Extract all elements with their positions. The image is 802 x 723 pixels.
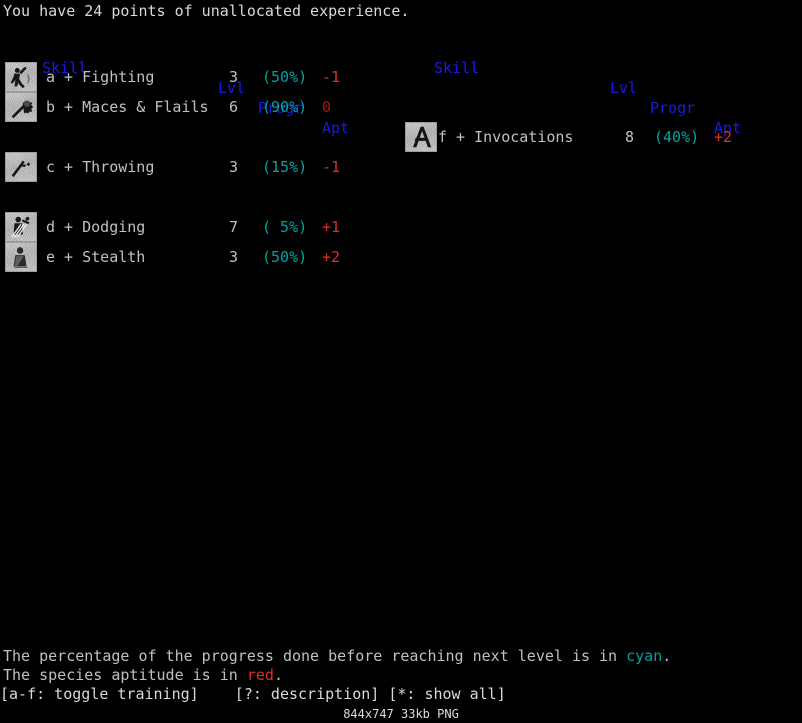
game-screen: You have 24 points of unallocated experi…: [0, 0, 802, 723]
skill-label: f + Invocations: [438, 128, 574, 146]
status-message: You have 24 points of unallocated experi…: [3, 2, 410, 20]
skill-level: 3: [228, 248, 238, 266]
skill-label: a + Fighting: [46, 68, 155, 86]
skill-row-dodging[interactable]: d + Dodging 7 ( 5%) +1: [0, 212, 360, 242]
skill-row-throwing[interactable]: c + Throwing 3 (15%) -1: [0, 152, 360, 182]
skill-row-maces-and-flails[interactable]: b + Maces & Flails 6 (90%) 0: [0, 92, 360, 122]
command-hints-bar[interactable]: [a-f: toggle training] [?: description] …: [0, 684, 506, 704]
fighter-sword-shield-icon: [5, 62, 37, 92]
skill-list-right: f + Invocations 8 (40%) +2: [392, 62, 752, 152]
skill-label: d + Dodging: [46, 218, 146, 236]
throwing-dart-icon: [5, 152, 37, 182]
skill-list-left: a + Fighting 3 (50%) -1 b + Maces & Flai…: [0, 62, 360, 272]
skill-progress: (90%): [262, 98, 308, 116]
skill-progress: (50%): [262, 68, 308, 86]
skill-aptitude: +2: [714, 128, 733, 146]
legend-progress-explanation: The percentage of the progress done befo…: [3, 646, 671, 666]
skill-aptitude: 0: [322, 98, 332, 116]
image-info-watermark: 844x747 33kb PNG: [343, 707, 459, 721]
skill-label: b + Maces & Flails: [46, 98, 209, 116]
skill-row-invocations[interactable]: f + Invocations 8 (40%) +2: [392, 122, 752, 152]
skill-progress: ( 5%): [262, 218, 308, 236]
skill-level: 3: [228, 68, 238, 86]
dodging-figure-icon: [5, 212, 37, 242]
invocations-rune-icon: [405, 122, 437, 152]
skill-list-spacer: [392, 92, 752, 122]
skill-aptitude: +1: [322, 218, 341, 236]
skill-list-spacer: [0, 122, 360, 152]
skill-aptitude: -1: [322, 158, 341, 176]
skill-list-spacer: [0, 182, 360, 212]
skill-level: 6: [228, 98, 238, 116]
legend-line1-keyword: cyan: [626, 647, 663, 665]
legend-line2-keyword: red: [246, 666, 274, 684]
skill-aptitude: -1: [322, 68, 341, 86]
legend-line2-prefix: The species aptitude is in: [3, 666, 247, 684]
skill-level: 8: [624, 128, 634, 146]
mace-icon: [5, 92, 37, 122]
legend-line1-prefix: The percentage of the progress done befo…: [3, 647, 627, 665]
skill-label: c + Throwing: [46, 158, 155, 176]
legend-line1-suffix: .: [662, 647, 672, 665]
skill-progress: (15%): [262, 158, 308, 176]
skill-row-fighting[interactable]: a + Fighting 3 (50%) -1: [0, 62, 360, 92]
skill-label: e + Stealth: [46, 248, 146, 266]
legend-line2-suffix: .: [273, 666, 283, 684]
skill-aptitude: +2: [322, 248, 341, 266]
skill-progress: (40%): [654, 128, 700, 146]
legend-aptitude-explanation: The species aptitude is in red.: [3, 665, 283, 685]
stealth-cloaked-figure-icon: [5, 242, 37, 272]
skill-progress: (50%): [262, 248, 308, 266]
skill-list-spacer: [392, 62, 752, 92]
skill-level: 7: [228, 218, 238, 236]
skill-level: 3: [228, 158, 238, 176]
skill-row-stealth[interactable]: e + Stealth 3 (50%) +2: [0, 242, 360, 272]
